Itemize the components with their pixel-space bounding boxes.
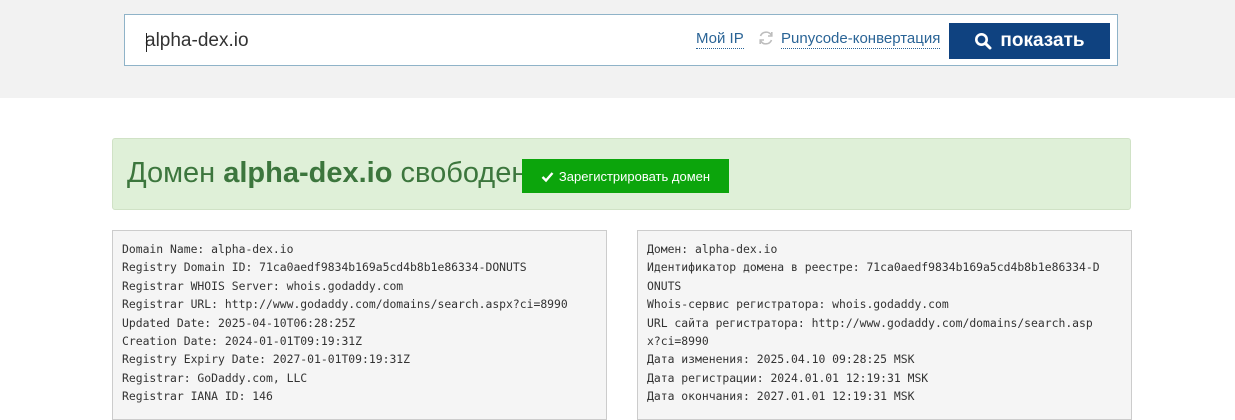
whois-raw-line: Registrar URL: http://www.godaddy.com/do… [122, 297, 568, 312]
register-domain-button[interactable]: Зарегистрировать домен [522, 159, 729, 193]
whois-raw-line: Domain Name: alpha-dex.io [122, 242, 294, 256]
register-button-label: Зарегистрировать домен [558, 168, 711, 184]
search-icon [975, 33, 992, 50]
status-prefix: Домен [127, 157, 224, 189]
whois-translated-line: x?ci=8990 [647, 334, 709, 349]
domain-search-input[interactable] [145, 27, 665, 55]
whois-translated-line: ONUTS [647, 278, 682, 293]
domain-status-panel: Домен alpha-dex.io свободен Зарегистриро… [112, 138, 1131, 210]
whois-raw-line: Updated Date: 2025-04-10T06:28:25Z [122, 315, 356, 330]
refresh-icon [757, 29, 775, 47]
whois-raw-line: Registrar: GoDaddy.com, LLC [122, 370, 308, 385]
whois-raw-line: Registry Expiry Date: 2027-01-01T09:19:3… [122, 352, 411, 367]
header-band: Мой IP Punycode-конвертация показать [0, 0, 1235, 98]
whois-translated-line: Дата окончания: 2027.01.01 12:19:31 MSK [647, 389, 915, 404]
search-form: Мой IP Punycode-конвертация показать [124, 14, 1118, 66]
my-ip-link[interactable]: Мой IP [696, 30, 744, 49]
whois-raw-line: Creation Date: 2024-01-01T09:19:31Z [122, 334, 363, 349]
whois-translated-line: Дата изменения: 2025.04.10 09:28:25 MSK [647, 352, 915, 367]
text-caret [146, 33, 147, 52]
domain-status-text: Домен alpha-dex.io свободен [127, 156, 527, 190]
status-suffix: свободен [392, 157, 528, 189]
whois-raw-line: Registrar WHOIS Server: whois.godaddy.co… [122, 278, 404, 293]
whois-translated-line: URL сайта регистратора: http://www.godad… [647, 315, 1093, 330]
whois-translated-line: Домен: alpha-dex.io [647, 242, 778, 256]
whois-translated-line: Идентификатор домена в реестре: 71ca0aed… [647, 260, 1100, 275]
punycode-link[interactable]: Punycode-конвертация [781, 30, 941, 49]
status-domain: alpha-dex.io [223, 157, 393, 189]
whois-translated-line: Whois-сервис регистратора: whois.godaddy… [647, 297, 949, 312]
whois-translated-line: Дата регистрации: 2024.01.01 12:19:31 MS… [647, 370, 929, 385]
show-button[interactable]: показать [949, 23, 1110, 59]
whois-raw-line: Registrar IANA ID: 146 [122, 389, 273, 404]
whois-raw-panel: Domain Name: alpha-dex.io Registry Domai… [112, 230, 607, 420]
whois-raw-line: Registry Domain ID: 71ca0aedf9834b169a5c… [122, 260, 527, 275]
check-icon [541, 171, 554, 182]
whois-translated-panel: Домен: alpha-dex.io Идентификатор домена… [637, 230, 1132, 420]
show-button-label: показать [1000, 30, 1085, 51]
